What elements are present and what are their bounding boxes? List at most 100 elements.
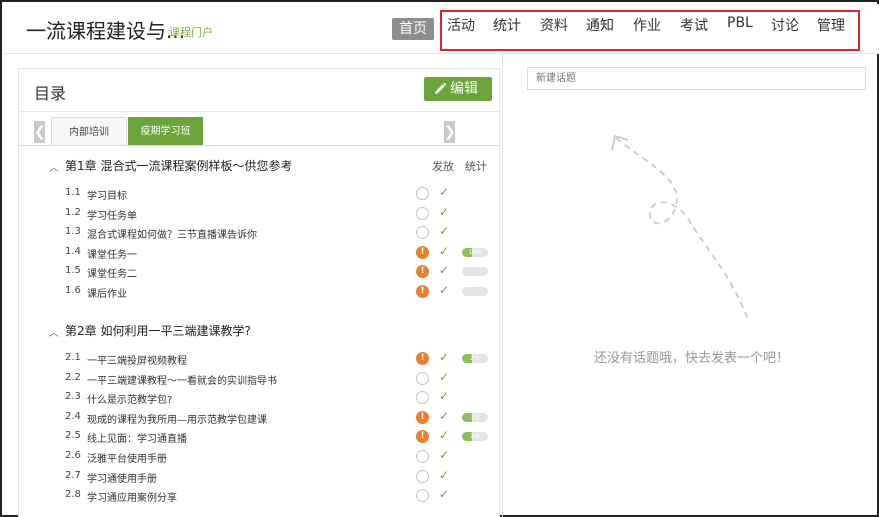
lesson-row[interactable]: 2.2 一平三端建课教程～一看就会的实训指导书 ✓	[19, 369, 499, 388]
check-icon: ✓	[439, 389, 450, 404]
col-header-publish: 发放	[432, 160, 454, 173]
lesson-title[interactable]: 线上见面：学习通直播	[87, 430, 187, 445]
status-circle-icon[interactable]	[416, 206, 429, 220]
nav-home-button[interactable]: 首页	[392, 18, 434, 40]
exclamation-icon[interactable]: !	[416, 285, 429, 298]
check-icon: ✓	[439, 283, 450, 297]
exclamation-icon[interactable]: !	[416, 245, 429, 259]
progress-bar	[462, 267, 488, 277]
status-circle-icon[interactable]	[416, 469, 429, 483]
check-icon: ✓	[439, 448, 450, 462]
check-icon: ✓	[439, 224, 450, 239]
lesson-row[interactable]: 1.3 混合式课程如何做？三节直播课告诉你 ✓	[19, 223, 499, 242]
tab-prev-arrow[interactable]: ❮	[34, 121, 46, 143]
nav-item-exams[interactable]: 考试	[680, 15, 708, 35]
progress-label: 10%	[468, 248, 482, 256]
edit-button[interactable]: 编辑	[424, 77, 492, 101]
lesson-title[interactable]: 泛雅平台使用手册	[87, 450, 167, 465]
nav-item-activity[interactable]: 活动	[447, 15, 475, 35]
exclamation-icon[interactable]: !	[416, 430, 429, 444]
status-circle-icon[interactable]	[416, 226, 429, 240]
lesson-number: 2.7	[65, 469, 81, 481]
edit-button-label: 编辑	[450, 81, 478, 97]
exclamation-icon[interactable]: !	[416, 410, 429, 424]
lesson-title[interactable]: 课后作业	[87, 285, 127, 300]
course-title[interactable]: 一流课程建设与...	[26, 15, 185, 44]
nav-item-notices[interactable]: 通知	[586, 15, 614, 35]
exclamation-icon[interactable]: !	[416, 352, 429, 365]
status-circle-icon[interactable]	[416, 489, 429, 503]
lesson-row[interactable]: 2.3 什么是示范教学包? ✓	[19, 388, 499, 407]
lesson-number: 2.1	[65, 352, 81, 363]
tab-next-arrow[interactable]: ❯	[444, 121, 456, 143]
dashed-arrow-icon	[611, 134, 749, 321]
lesson-row[interactable]: 1.1 学习目标 ✓	[19, 184, 499, 203]
tab-internal-training[interactable]: 内部培训	[51, 117, 127, 146]
progress-label: 2%	[470, 433, 480, 441]
lesson-title[interactable]: 学习目标	[87, 187, 127, 202]
discussion-panel: 还没有话题哦，快去发表一个吧！	[502, 54, 879, 517]
lesson-row[interactable]: 2.5 线上见面：学习通直播! ✓ 2%	[19, 427, 499, 446]
progress-label	[462, 287, 488, 296]
lesson-title[interactable]: 现成的课程为我所用—用示范教学包建课	[87, 411, 267, 426]
nav-item-statistics[interactable]: 统计	[493, 15, 521, 35]
lesson-row[interactable]: 1.2 学习任务单 ✓	[19, 204, 499, 223]
lesson-title[interactable]: 混合式课程如何做？三节直播课告诉你	[87, 226, 257, 241]
lesson-title[interactable]: 一平三端投屏视频教程	[87, 352, 187, 367]
lesson-row[interactable]: 1.6 课后作业! ✓	[19, 282, 499, 301]
nav-item-homework[interactable]: 作业	[633, 15, 661, 35]
lesson-row[interactable]: 1.4 课堂任务一! ✓ 10%	[19, 243, 499, 262]
lesson-number: 2.5	[65, 430, 81, 442]
check-icon: ✓	[439, 369, 450, 384]
chapter-row[interactable]: ︿ 第2章 如何利用一平三端建课教学?	[19, 320, 499, 340]
lesson-number: 1.2	[65, 206, 81, 218]
progress-bar: 10%	[462, 247, 488, 257]
check-icon: ✓	[439, 185, 450, 199]
chapter-row[interactable]: ︿ 第1章 混合式一流课程案例样板～供您参考 发放 统计	[19, 155, 499, 175]
lesson-title[interactable]: 课堂任务一	[87, 246, 137, 261]
nav-item-materials[interactable]: 资料	[540, 15, 568, 35]
chevron-up-icon[interactable]: ︿	[49, 324, 59, 339]
tab-epidemic-class[interactable]: 疫期学习班	[128, 117, 203, 146]
lesson-title[interactable]: 学习任务单	[87, 207, 137, 222]
progress-bar: 1%	[462, 412, 488, 422]
lesson-row[interactable]: 2.6 泛雅平台使用手册 ✓	[19, 447, 499, 466]
lesson-row[interactable]: 2.7 学习通使用手册 ✓	[19, 467, 499, 486]
course-portal-link[interactable]: 课程门户	[169, 24, 213, 40]
lesson-row[interactable]: 1.5 课堂任务二! ✓	[19, 262, 499, 281]
exclamation-icon[interactable]: !	[416, 265, 429, 279]
lesson-title[interactable]: 一平三端建课教程～一看就会的实训指导书	[87, 372, 277, 387]
lesson-number: 1.6	[65, 285, 81, 296]
check-icon: ✓	[439, 204, 450, 219]
nav-item-discussion[interactable]: 讨论	[771, 15, 799, 35]
lesson-row[interactable]: 2.1 一平三端投屏视频教程! ✓ 2%	[19, 349, 499, 368]
status-circle-icon[interactable]	[416, 187, 429, 200]
lesson-title[interactable]: 什么是示范教学包?	[87, 391, 172, 406]
progress-label: 1%	[470, 413, 480, 421]
nav-item-manage[interactable]: 管理	[817, 15, 845, 35]
app-window: 一流课程建设与... 课程门户 首页 活动 统计 资料 通知 作业 考试 PBL…	[0, 0, 879, 517]
check-icon: ✓	[439, 467, 450, 482]
progress-label: 2%	[470, 355, 480, 362]
status-circle-icon[interactable]	[416, 391, 429, 405]
tab-underline	[19, 145, 499, 146]
check-icon: ✓	[439, 487, 450, 502]
check-icon: ✓	[439, 350, 450, 364]
progress-bar: 2%	[462, 432, 488, 442]
lesson-title[interactable]: 学习通使用手册	[87, 470, 157, 485]
pencil-icon	[435, 82, 447, 94]
col-header-stats: 统计	[465, 160, 487, 173]
lesson-row[interactable]: 2.4 现成的课程为我所用—用示范教学包建课! ✓ 1%	[19, 408, 499, 427]
lesson-row[interactable]: 2.8 学习通应用案例分享 ✓	[19, 486, 499, 505]
status-circle-icon[interactable]	[416, 450, 429, 463]
lesson-number: 2.2	[65, 371, 81, 383]
status-circle-icon[interactable]	[416, 371, 429, 385]
lesson-title[interactable]: 学习通应用案例分享	[87, 489, 177, 504]
chevron-up-icon[interactable]: ︿	[49, 159, 59, 174]
lesson-title[interactable]: 课堂任务二	[87, 265, 137, 280]
nav-item-pbl[interactable]: PBL	[727, 15, 753, 31]
top-header: 一流课程建设与... 课程门户 首页 活动 统计 资料 通知 作业 考试 PBL…	[4, 4, 879, 54]
lesson-number: 1.4	[65, 245, 81, 257]
new-topic-input[interactable]	[527, 67, 866, 90]
check-icon: ✓	[439, 263, 450, 278]
